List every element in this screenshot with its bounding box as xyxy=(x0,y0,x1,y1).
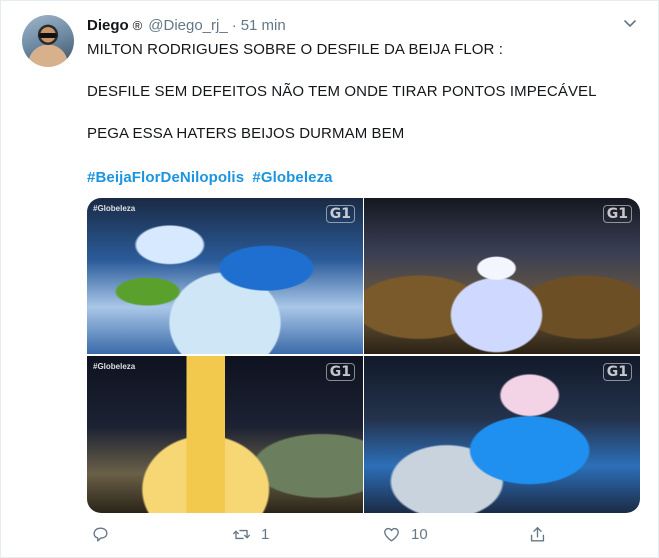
like-count: 10 xyxy=(411,525,428,543)
media-photo[interactable]: #Globeleza G1 xyxy=(87,356,363,513)
g1-logo: G1 xyxy=(602,205,632,223)
photo-watermark: #Globeleza xyxy=(93,204,136,213)
tweet-text-line: MILTON RODRIGUES SOBRE O DESFILE DA BEIJ… xyxy=(87,41,504,58)
hashtags: #BeijaFlorDeNilopolis #Globeleza xyxy=(87,168,337,188)
tweet-header: Diego ® @Diego_rj_ · 51 min xyxy=(87,15,286,35)
share-icon xyxy=(530,526,545,542)
name-badge: ® xyxy=(132,17,143,33)
tweet-text-line: DESFILE SEM DEFEITOS NÃO TEM ONDE TIRAR … xyxy=(87,83,597,100)
retweet-button[interactable]: 1 xyxy=(232,525,269,544)
avatar[interactable] xyxy=(22,15,74,67)
tweet-text-line: PEGA ESSA HATERS BEIJOS DURMAM BEM xyxy=(87,125,405,142)
display-name[interactable]: Diego xyxy=(87,17,129,34)
media-photo[interactable]: G1 xyxy=(364,356,640,513)
share-button[interactable] xyxy=(528,525,547,544)
retweet-count: 1 xyxy=(261,525,270,543)
timestamp[interactable]: 51 min xyxy=(241,17,286,34)
media-photo[interactable]: G1 xyxy=(364,198,640,354)
action-bar: 1 10 xyxy=(87,523,557,545)
retweet-icon xyxy=(232,529,251,539)
avatar-photo xyxy=(39,33,57,38)
media-grid: #Globeleza G1 G1 #Globeleza G1 G1 xyxy=(87,198,640,513)
reply-button[interactable] xyxy=(91,525,120,544)
hashtag-link[interactable]: #BeijaFlorDeNilopolis xyxy=(87,169,244,186)
g1-logo: G1 xyxy=(325,363,355,381)
g1-logo: G1 xyxy=(602,363,632,381)
user-handle[interactable]: @Diego_rj_ xyxy=(148,17,227,34)
chevron-down-icon xyxy=(624,20,636,27)
photo-watermark: #Globeleza xyxy=(93,362,136,371)
separator-dot: · xyxy=(231,16,237,34)
heart-icon xyxy=(384,527,399,542)
tweet-card[interactable]: Diego ® @Diego_rj_ · 51 min MILTON RODRI… xyxy=(0,0,659,558)
g1-logo: G1 xyxy=(325,205,355,223)
reply-icon xyxy=(93,526,108,542)
like-button[interactable]: 10 xyxy=(382,525,428,544)
media-photo[interactable]: #Globeleza G1 xyxy=(87,198,363,354)
tweet-menu-button[interactable] xyxy=(622,15,638,31)
hashtag-link[interactable]: #Globeleza xyxy=(252,169,332,186)
